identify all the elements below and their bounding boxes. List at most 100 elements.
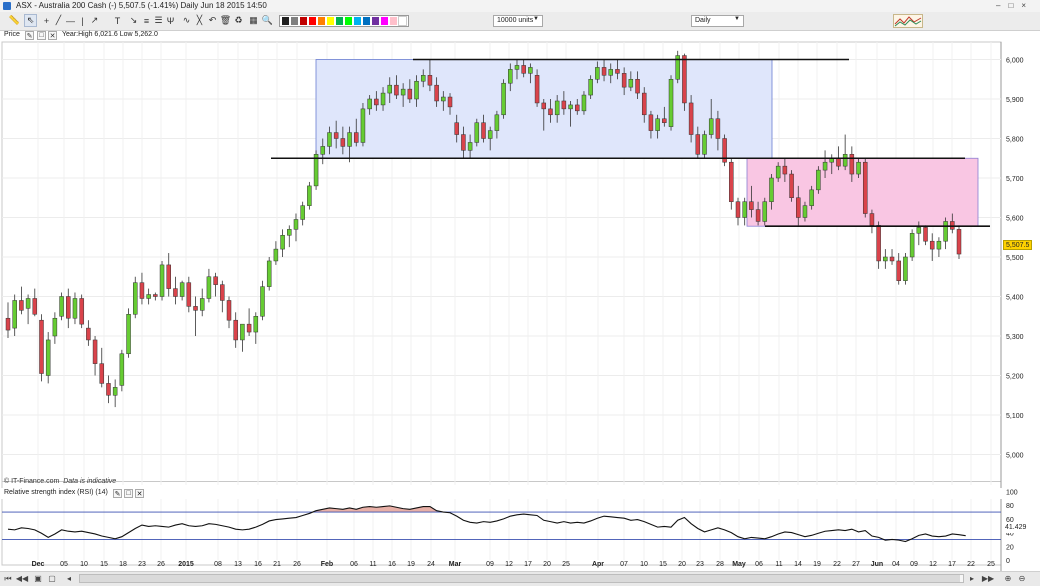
cursor-icon[interactable]: ⇖ bbox=[24, 14, 37, 27]
color-palette[interactable] bbox=[279, 15, 409, 27]
candle-body bbox=[749, 201, 754, 210]
y-tick-label: 5,100 bbox=[1006, 413, 1024, 420]
pitchfork-icon[interactable]: Ψ bbox=[164, 14, 177, 27]
maximize-button[interactable]: □ bbox=[1008, 1, 1021, 10]
window-title: ASX - Australia 200 Cash (-) 5,507.5 (-1… bbox=[16, 1, 267, 10]
candle-body bbox=[708, 118, 714, 135]
candle-body bbox=[266, 260, 272, 287]
scroll-thumb[interactable] bbox=[80, 575, 960, 582]
zoom-in-icon[interactable]: ▢ bbox=[46, 573, 58, 584]
candle-body bbox=[434, 84, 439, 102]
zoom-out-icon[interactable]: ▣ bbox=[32, 573, 44, 584]
color-swatch[interactable] bbox=[381, 17, 388, 25]
candle-body bbox=[655, 118, 660, 131]
range-box-pink bbox=[746, 157, 979, 227]
color-swatch[interactable] bbox=[398, 16, 407, 26]
cycle-icon[interactable]: ∿ bbox=[180, 14, 193, 27]
color-swatch[interactable] bbox=[354, 17, 361, 25]
x-tick-label: 21 bbox=[273, 561, 281, 568]
x-tick-label: 06 bbox=[755, 561, 763, 568]
scroll-track[interactable] bbox=[79, 574, 964, 583]
trendline-icon[interactable]: ↗ bbox=[88, 14, 101, 27]
color-swatch[interactable] bbox=[345, 17, 352, 25]
color-swatch[interactable] bbox=[327, 17, 334, 25]
color-swatch[interactable] bbox=[291, 17, 298, 25]
rsi-y-tick-label: 0 bbox=[1006, 558, 1010, 565]
x-tick-label: 06 bbox=[350, 561, 358, 568]
candle-body bbox=[45, 339, 51, 376]
trash-icon[interactable]: 🗑 bbox=[219, 14, 232, 27]
edit-icon[interactable]: ✎ bbox=[113, 489, 122, 498]
candle bbox=[119, 349, 125, 392]
arrow-icon[interactable]: ↘ bbox=[127, 14, 140, 27]
color-swatch[interactable] bbox=[309, 17, 316, 25]
interval-select[interactable]: Daily ▼ bbox=[691, 15, 744, 27]
window-icon[interactable]: □ bbox=[124, 489, 133, 498]
color-swatch[interactable] bbox=[363, 17, 370, 25]
zoom-fit-icon[interactable]: ⊕ bbox=[1002, 573, 1014, 584]
color-swatch[interactable] bbox=[282, 17, 289, 25]
candle-body bbox=[307, 185, 312, 206]
text-icon[interactable]: T bbox=[111, 14, 124, 27]
x-tick-label: 26 bbox=[293, 561, 301, 568]
grid-icon[interactable]: ▦ bbox=[247, 14, 260, 27]
candle bbox=[360, 102, 366, 147]
x-tick-label: Apr bbox=[592, 561, 604, 568]
y-tick-label: 5,800 bbox=[1006, 137, 1024, 144]
zoom-reset-icon[interactable]: ⊖ bbox=[1016, 573, 1028, 584]
candle-body bbox=[588, 79, 593, 96]
candle-body bbox=[19, 300, 24, 311]
close-panel-icon[interactable]: ✕ bbox=[135, 489, 144, 498]
candle-body bbox=[186, 282, 192, 307]
scroll-left-icon[interactable]: ◂ bbox=[63, 573, 75, 584]
candle-body bbox=[869, 213, 875, 226]
candle-body bbox=[769, 177, 774, 202]
candle-body bbox=[789, 173, 794, 199]
candle-body bbox=[213, 276, 218, 285]
color-swatch[interactable] bbox=[372, 17, 379, 25]
y-tick-label: 5,600 bbox=[1006, 216, 1024, 223]
gann-icon[interactable]: ╳ bbox=[193, 14, 206, 27]
candle-body bbox=[822, 161, 828, 171]
color-swatch[interactable] bbox=[336, 17, 343, 25]
close-panel-icon[interactable]: ✕ bbox=[48, 31, 57, 40]
window-controls[interactable]: –□× bbox=[996, 1, 1034, 10]
x-tick-label: 2015 bbox=[178, 561, 194, 568]
close-button[interactable]: × bbox=[1021, 1, 1034, 10]
candle-body bbox=[662, 118, 667, 123]
edit-icon[interactable]: ✎ bbox=[25, 31, 34, 40]
x-tick-label: 04 bbox=[892, 561, 900, 568]
candle-body bbox=[72, 298, 78, 319]
candle-body bbox=[39, 319, 44, 374]
scroll-right-icon[interactable]: ▸ bbox=[966, 573, 978, 584]
zoom-icon[interactable]: 🔍 bbox=[261, 14, 274, 27]
first-page-icon[interactable]: ⏮ bbox=[2, 573, 14, 584]
page-right-icon[interactable]: ▶▶ bbox=[982, 573, 994, 584]
candle-body bbox=[233, 319, 238, 341]
units-select[interactable]: 10000 units ▼ bbox=[493, 15, 543, 27]
minimize-button[interactable]: – bbox=[996, 1, 1008, 10]
x-tick-label: 09 bbox=[910, 561, 918, 568]
candle-body bbox=[226, 300, 232, 321]
color-swatch[interactable] bbox=[300, 17, 307, 25]
color-swatch[interactable] bbox=[390, 17, 397, 25]
candle bbox=[59, 292, 64, 321]
recycle-icon[interactable]: ♻ bbox=[232, 14, 245, 27]
candle-body bbox=[206, 276, 212, 299]
window-icon[interactable]: □ bbox=[37, 31, 46, 40]
indicator-icon[interactable] bbox=[893, 14, 923, 28]
undo-icon[interactable]: ↶ bbox=[206, 14, 219, 27]
candle-body bbox=[427, 75, 433, 86]
candle-body bbox=[561, 100, 567, 110]
chart-scrollbar[interactable]: ⏮ ◀◀ ▣ ▢ ◂ ▸ ▶▶ ⊕ ⊖ bbox=[0, 571, 1040, 586]
ruler-icon[interactable]: 📏 bbox=[8, 14, 21, 27]
candle-body bbox=[59, 296, 64, 317]
x-tick-label: Mar bbox=[449, 561, 462, 568]
candle-body bbox=[534, 75, 540, 104]
page-left-icon[interactable]: ◀◀ bbox=[16, 573, 28, 584]
candle-body bbox=[501, 82, 506, 116]
color-swatch[interactable] bbox=[318, 17, 325, 25]
candle-body bbox=[896, 260, 901, 281]
candle-body bbox=[12, 300, 17, 329]
y-tick-label: 5,400 bbox=[1006, 295, 1024, 302]
